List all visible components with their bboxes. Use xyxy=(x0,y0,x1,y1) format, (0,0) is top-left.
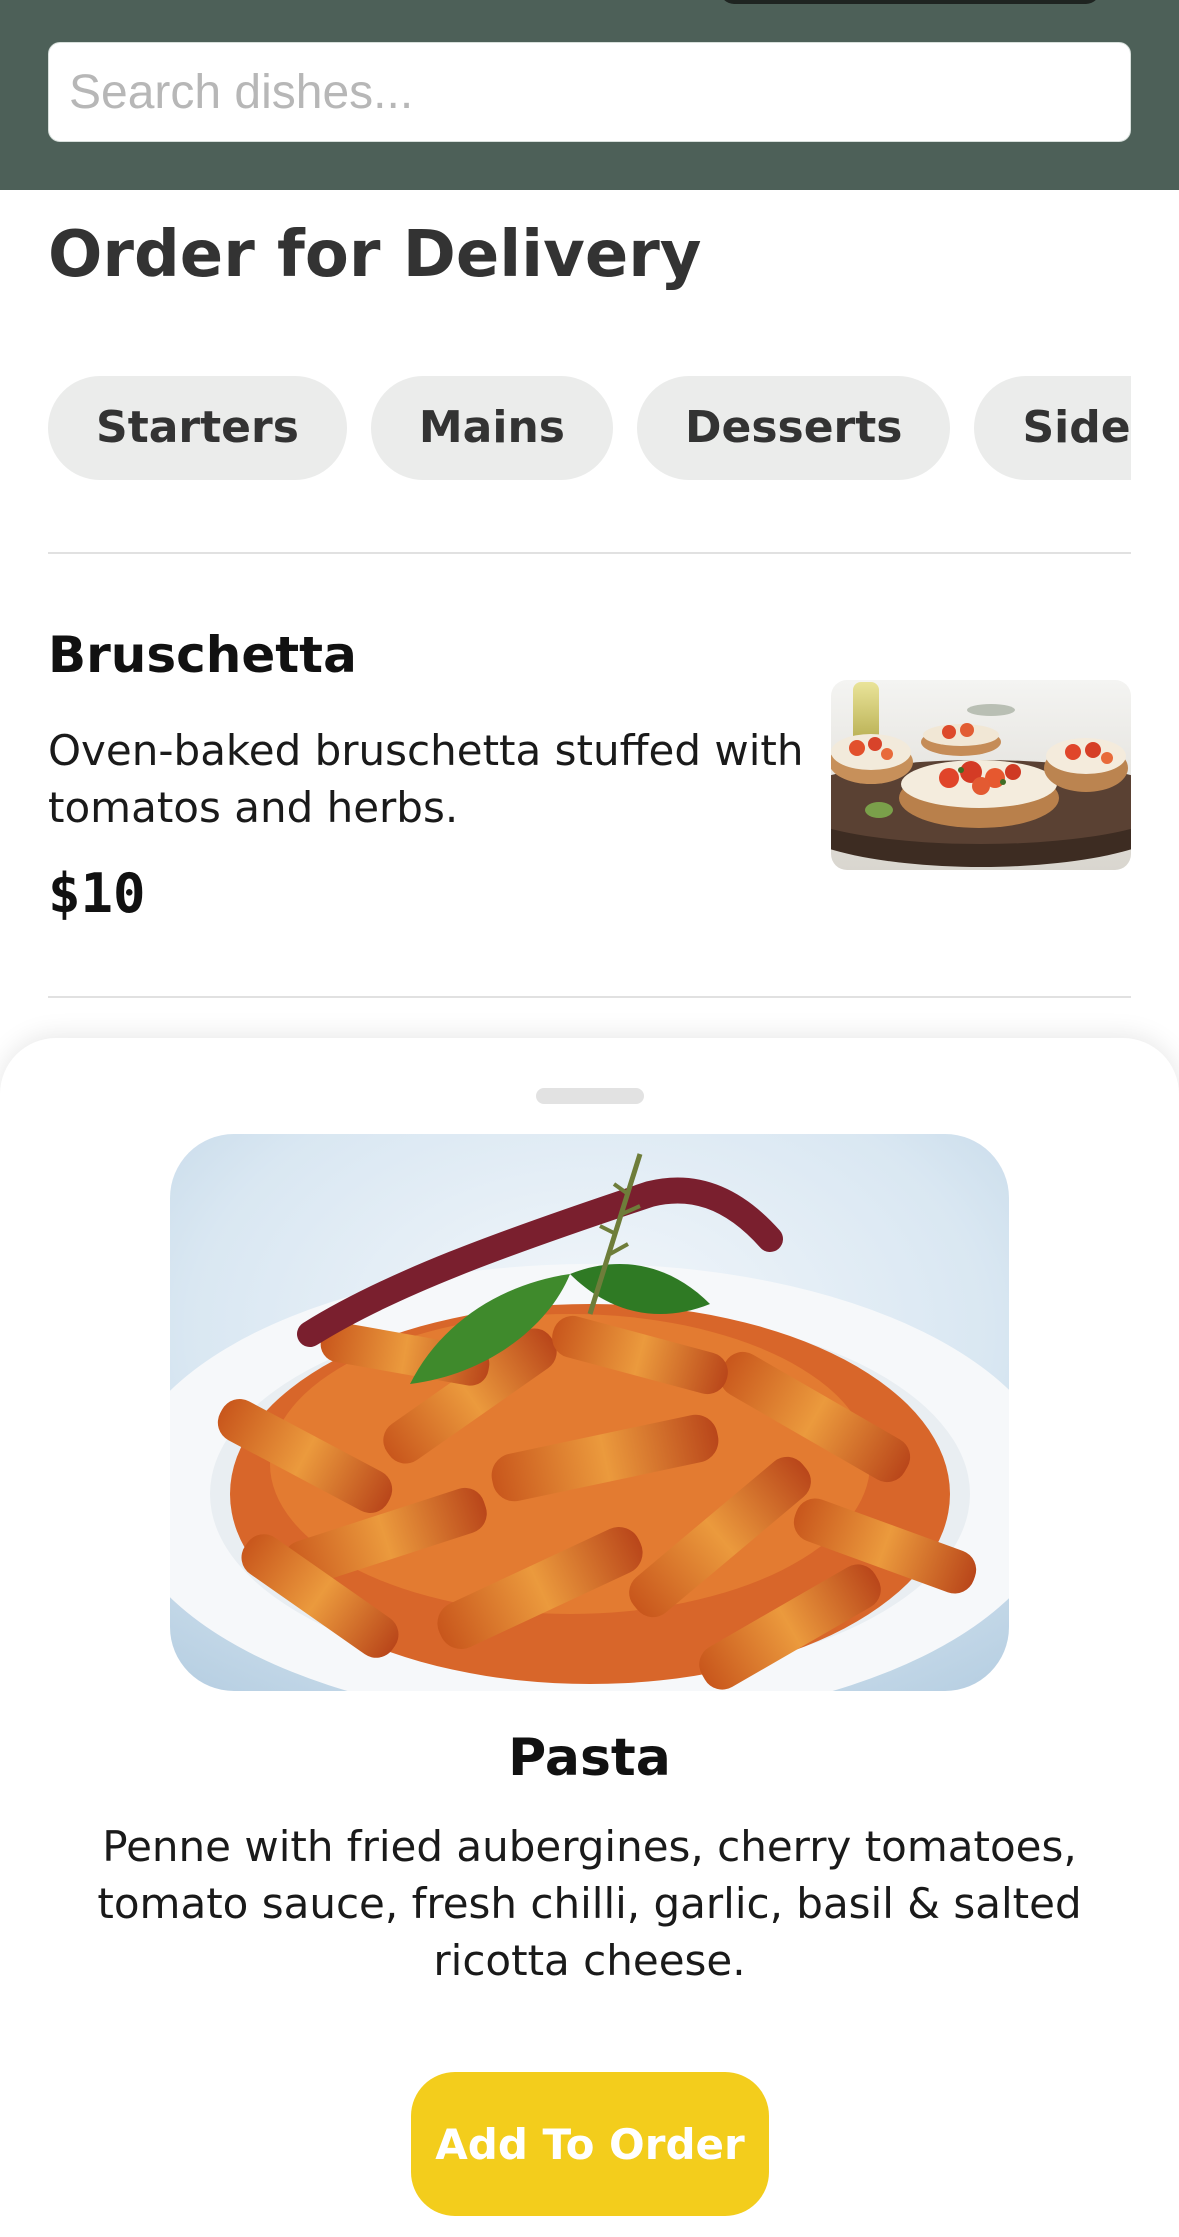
menu-item-price: $10 xyxy=(48,862,146,925)
menu-item-bruschetta[interactable]: Bruschetta Oven-baked bruschetta stuffed… xyxy=(48,556,1131,996)
menu-item-description: Oven-baked bruschetta stuffed with tomat… xyxy=(48,726,804,832)
category-sides[interactable]: Sides xyxy=(974,376,1131,480)
sheet-drag-handle[interactable] xyxy=(536,1088,644,1104)
device-notch xyxy=(720,0,1100,4)
bruschetta-image[interactable] xyxy=(831,680,1131,870)
sheet-title: Pasta xyxy=(508,1728,671,1788)
divider xyxy=(48,996,1131,998)
category-tabs: Starters Mains Desserts Sides xyxy=(48,376,1131,480)
category-mains[interactable]: Mains xyxy=(370,376,613,480)
sheet-description: Penne with fried aubergines, cherry toma… xyxy=(97,1822,1082,1985)
app-header xyxy=(0,0,1179,190)
pasta-image xyxy=(170,1134,1009,1691)
add-to-order-button[interactable]: Add To Order xyxy=(411,2072,769,2216)
category-starters[interactable]: Starters xyxy=(48,376,347,480)
divider xyxy=(48,552,1131,554)
item-detail-sheet: Pasta Penne with fried aubergines, cherr… xyxy=(0,1038,1179,2237)
page-title: Order for Delivery xyxy=(48,218,702,292)
search-input[interactable] xyxy=(48,42,1131,142)
bruschetta-photo-icon xyxy=(831,680,1131,870)
menu-item-name: Bruschetta xyxy=(48,626,357,684)
pasta-photo-icon xyxy=(170,1134,1009,1691)
category-desserts[interactable]: Desserts xyxy=(636,376,951,480)
